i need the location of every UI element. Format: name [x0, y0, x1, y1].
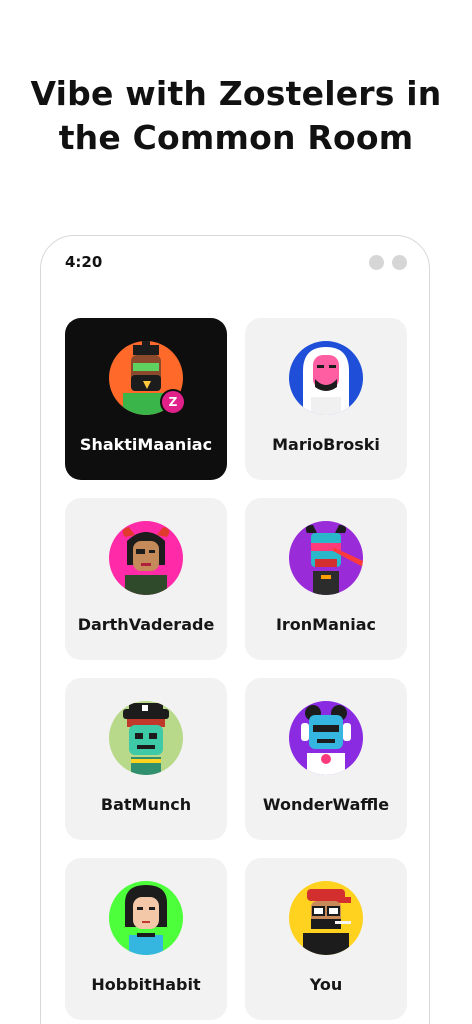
member-card[interactable]: HobbitHabit: [65, 858, 227, 1020]
member-name: ShaktiMaaniac: [79, 435, 213, 454]
zostel-badge-icon: Z: [160, 389, 186, 415]
page: Vibe with Zostelers in the Common Room 4…: [0, 0, 472, 1024]
member-card[interactable]: BatMunch: [65, 678, 227, 840]
member-name: MarioBroski: [272, 435, 380, 454]
phone-frame: 4:20 Z ShaktiMaaniac MarioBroski DarthVa…: [40, 235, 430, 1024]
member-name: IronManiac: [275, 615, 377, 634]
member-name: WonderWaffle: [262, 795, 390, 814]
page-title: Vibe with Zostelers in the Common Room: [0, 72, 472, 160]
member-card[interactable]: WonderWaffle: [245, 678, 407, 840]
members-grid: Z ShaktiMaaniac MarioBroski DarthVaderad…: [65, 318, 407, 1020]
member-card[interactable]: MarioBroski: [245, 318, 407, 480]
hooded-pink-face-avatar-icon: [289, 341, 363, 415]
member-name: You: [309, 975, 343, 994]
status-indicators: [369, 255, 407, 270]
member-card[interactable]: IronManiac: [245, 498, 407, 660]
laser-eyes-avatar-icon: [289, 521, 363, 595]
page-title-line-2: the Common Room: [58, 118, 414, 157]
red-cap-glasses-avatar-icon: [289, 881, 363, 955]
member-card[interactable]: Z ShaktiMaaniac: [65, 318, 227, 480]
headphones-robot-avatar-icon: [289, 701, 363, 775]
member-name: HobbitHabit: [91, 975, 201, 994]
page-title-line-1: Vibe with Zostelers in: [30, 74, 442, 113]
member-name: DarthVaderade: [77, 615, 215, 634]
pirate-zombie-avatar-icon: [109, 701, 183, 775]
black-hair-woman-avatar-icon: [109, 881, 183, 955]
member-name: BatMunch: [100, 795, 192, 814]
status-dot-icon: [392, 255, 407, 270]
status-dot-icon: [369, 255, 384, 270]
member-card[interactable]: You: [245, 858, 407, 1020]
status-time: 4:20: [65, 253, 103, 271]
horned-woman-avatar-icon: [109, 521, 183, 595]
member-card[interactable]: DarthVaderade: [65, 498, 227, 660]
